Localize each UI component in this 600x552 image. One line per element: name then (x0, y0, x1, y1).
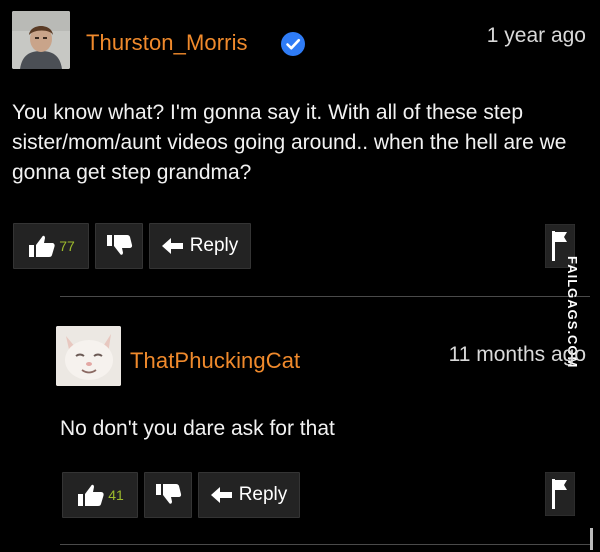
reply-label: Reply (238, 484, 288, 505)
thumbs-up-icon (27, 234, 57, 258)
reply-button[interactable]: Reply (149, 223, 251, 269)
avatar[interactable] (56, 326, 121, 386)
dislike-button[interactable] (95, 223, 143, 269)
verified-check-icon (280, 31, 306, 57)
avatar[interactable] (12, 11, 70, 69)
reply-arrow-icon (161, 238, 184, 254)
reply-arrow-icon (210, 487, 233, 503)
thumbs-down-icon (154, 484, 182, 506)
flag-icon[interactable] (544, 471, 576, 521)
comment-divider (60, 544, 590, 545)
like-count: 77 (59, 238, 75, 254)
thumbs-down-icon (105, 235, 133, 257)
like-count: 41 (108, 487, 124, 503)
like-button[interactable]: 41 (62, 472, 138, 518)
comment-divider (60, 296, 590, 297)
dislike-button[interactable] (144, 472, 192, 518)
thumbs-up-icon (76, 483, 106, 507)
scrollbar[interactable] (590, 528, 593, 550)
comment-username[interactable]: Thurston_Morris (86, 30, 248, 56)
comment-username[interactable]: ThatPhuckingCat (130, 348, 300, 374)
reply-button[interactable]: Reply (198, 472, 300, 518)
reply-label: Reply (189, 235, 239, 256)
comment-text: You know what? I'm gonna say it. With al… (12, 101, 567, 184)
like-button[interactable]: 77 (13, 223, 89, 269)
comment-text: No don't you dare ask for that (60, 417, 335, 440)
comment-timestamp: 1 year ago (486, 24, 586, 47)
comment-timestamp: 11 months ago (448, 343, 586, 366)
